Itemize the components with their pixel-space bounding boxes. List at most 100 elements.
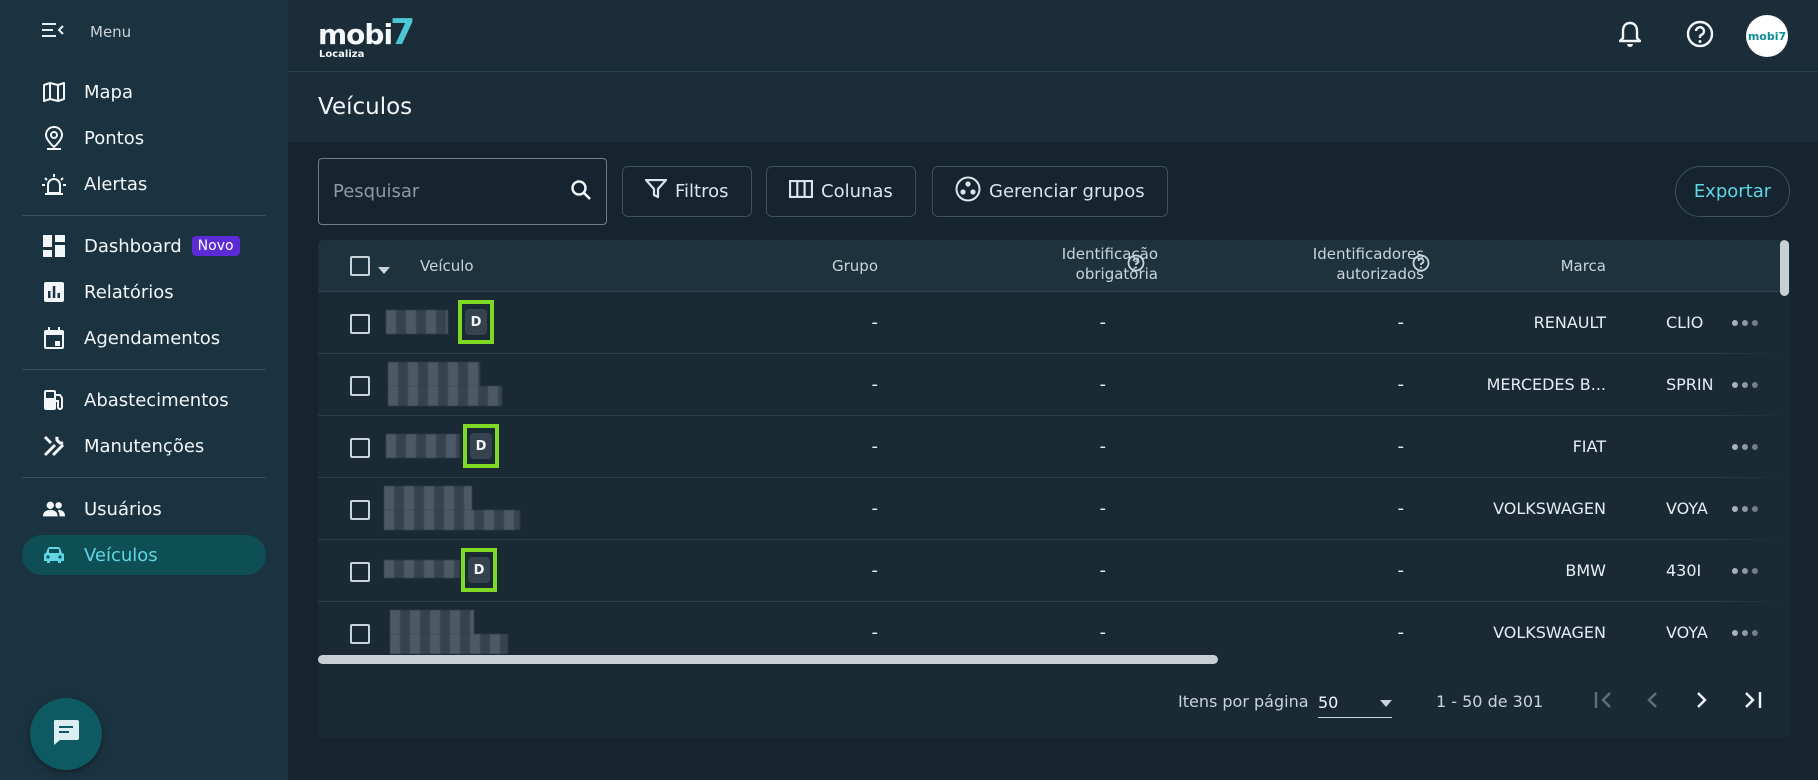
filters-button[interactable]: Filtros <box>622 166 752 217</box>
groups-label: Gerenciar grupos <box>989 181 1145 202</box>
items-per-page-value: 50 <box>1318 693 1339 712</box>
select-menu-caret-icon[interactable] <box>378 260 390 279</box>
row-checkbox[interactable] <box>350 500 370 520</box>
cell-group: - <box>871 436 879 457</box>
sidebar-item-label: Abastecimentos <box>84 389 229 411</box>
table-row[interactable]: D - - - FIAT <box>318 416 1780 478</box>
header-authorized-ids[interactable]: Identificadores autorizados <box>1218 244 1424 284</box>
row-checkbox[interactable] <box>350 624 370 644</box>
notifications-button[interactable] <box>1614 20 1646 52</box>
row-actions-button[interactable] <box>1730 432 1760 462</box>
redacted-model <box>390 634 508 654</box>
row-actions-button[interactable] <box>1730 308 1760 338</box>
sidebar-item-label: Agendamentos <box>84 327 221 349</box>
filters-label: Filtros <box>675 181 729 202</box>
groups-icon <box>955 176 981 207</box>
sidebar-item-pontos[interactable]: Pontos <box>22 118 266 158</box>
sidebar-item-label: Dashboard <box>84 235 182 257</box>
search-icon[interactable] <box>570 179 592 205</box>
sidebar-item-manutencoes[interactable]: Manutenções <box>22 426 266 466</box>
chat-button[interactable] <box>30 698 102 770</box>
table-row[interactable]: - - - VOLKSWAGEN VOYA <box>318 602 1780 656</box>
sidebar-item-usuarios[interactable]: Usuários <box>22 489 266 529</box>
cell-group: - <box>871 312 879 333</box>
table-row[interactable]: - - - VOLKSWAGEN VOYA <box>318 478 1780 540</box>
menu-label: Menu <box>90 23 132 41</box>
vertical-scrollbar[interactable] <box>1780 240 1789 296</box>
pagination-range: 1 - 50 de 301 <box>1436 692 1544 711</box>
next-page-button[interactable] <box>1686 686 1718 718</box>
users-icon <box>42 497 66 521</box>
help-circle-icon[interactable] <box>1412 254 1430 276</box>
sidebar-item-alertas[interactable]: Alertas <box>22 164 266 204</box>
manage-groups-button[interactable]: Gerenciar grupos <box>932 166 1168 217</box>
driver-badge: D <box>458 300 494 344</box>
row-actions-button[interactable] <box>1730 370 1760 400</box>
table-row[interactable]: D - - - BMW 430I <box>318 540 1780 602</box>
redacted-plate <box>384 486 472 510</box>
cell-authorized: - <box>1397 498 1405 519</box>
location-pin-icon <box>42 126 66 150</box>
row-actions-button[interactable] <box>1730 556 1760 586</box>
menu-toggle-button[interactable]: Menu <box>42 22 131 42</box>
row-actions-button[interactable] <box>1730 618 1760 648</box>
vehicles-table: Veículo Grupo Identificação obrigatória … <box>318 240 1790 738</box>
cell-brand: VOLKSWAGEN <box>1493 499 1606 518</box>
last-page-button[interactable] <box>1736 686 1768 718</box>
first-page-button[interactable] <box>1588 686 1620 718</box>
sidebar-item-veiculos[interactable]: Veículos <box>22 535 266 575</box>
header-group[interactable]: Grupo <box>748 256 878 276</box>
previous-page-button[interactable] <box>1636 686 1668 718</box>
cell-id-required: - <box>1099 498 1107 519</box>
sidebar-item-dashboard[interactable]: Dashboard Novo <box>22 226 266 266</box>
cell-model: VOYA <box>1666 623 1708 642</box>
table-row[interactable]: - - - MERCEDES B... SPRIN <box>318 354 1780 416</box>
columns-button[interactable]: Colunas <box>766 166 916 217</box>
tools-icon <box>42 434 66 458</box>
header-authorized-line1: Identificadores <box>1312 245 1424 263</box>
row-checkbox[interactable] <box>350 562 370 582</box>
help-circle-icon[interactable] <box>1127 254 1145 276</box>
dashboard-icon <box>42 234 66 258</box>
export-button[interactable]: Exportar <box>1675 166 1790 217</box>
first-page-icon <box>1594 691 1614 713</box>
cell-model: CLIO <box>1666 313 1704 332</box>
page-title: Veículos <box>318 94 413 120</box>
columns-label: Colunas <box>821 181 893 202</box>
table-row[interactable]: D - - - RENAULT CLIO <box>318 292 1780 354</box>
items-per-page-select[interactable]: 50 <box>1318 688 1392 718</box>
row-checkbox[interactable] <box>350 438 370 458</box>
sidebar-item-mapa[interactable]: Mapa <box>22 72 266 112</box>
header-vehicle[interactable]: Veículo <box>420 256 474 276</box>
header-brand[interactable]: Marca <box>1518 256 1606 276</box>
logo-subtitle: Localiza <box>319 49 365 60</box>
calendar-icon <box>42 326 66 350</box>
row-checkbox[interactable] <box>350 314 370 334</box>
logo[interactable]: mobi7 Localiza <box>318 12 415 60</box>
row-actions-button[interactable] <box>1730 494 1760 524</box>
chevron-right-icon <box>1696 691 1708 713</box>
cell-id-required: - <box>1099 312 1107 333</box>
cell-brand: RENAULT <box>1533 313 1606 332</box>
cell-model: VOYA <box>1666 499 1708 518</box>
sidebar-divider <box>22 369 266 370</box>
sidebar: Menu Mapa Pontos Alertas Dashboard Novo … <box>0 0 288 780</box>
cell-authorized: - <box>1397 312 1405 333</box>
cell-id-required: - <box>1099 436 1107 457</box>
row-checkbox[interactable] <box>350 376 370 396</box>
avatar[interactable]: mobi7 <box>1746 15 1788 57</box>
select-all-checkbox[interactable] <box>350 256 370 276</box>
chevron-left-icon <box>1646 691 1658 713</box>
driver-badge-text: D <box>470 433 492 459</box>
horizontal-scrollbar[interactable] <box>318 655 1218 664</box>
help-button[interactable] <box>1684 20 1716 52</box>
logo-word: mobi <box>318 18 393 51</box>
redacted-plate <box>386 310 448 334</box>
bar-chart-icon <box>42 280 66 304</box>
sidebar-item-abastecimentos[interactable]: Abastecimentos <box>22 380 266 420</box>
sidebar-item-relatorios[interactable]: Relatórios <box>22 272 266 312</box>
sidebar-item-agendamentos[interactable]: Agendamentos <box>22 318 266 358</box>
search-input[interactable] <box>333 181 570 202</box>
cell-authorized: - <box>1397 622 1405 643</box>
cell-brand: MERCEDES B... <box>1486 375 1606 394</box>
